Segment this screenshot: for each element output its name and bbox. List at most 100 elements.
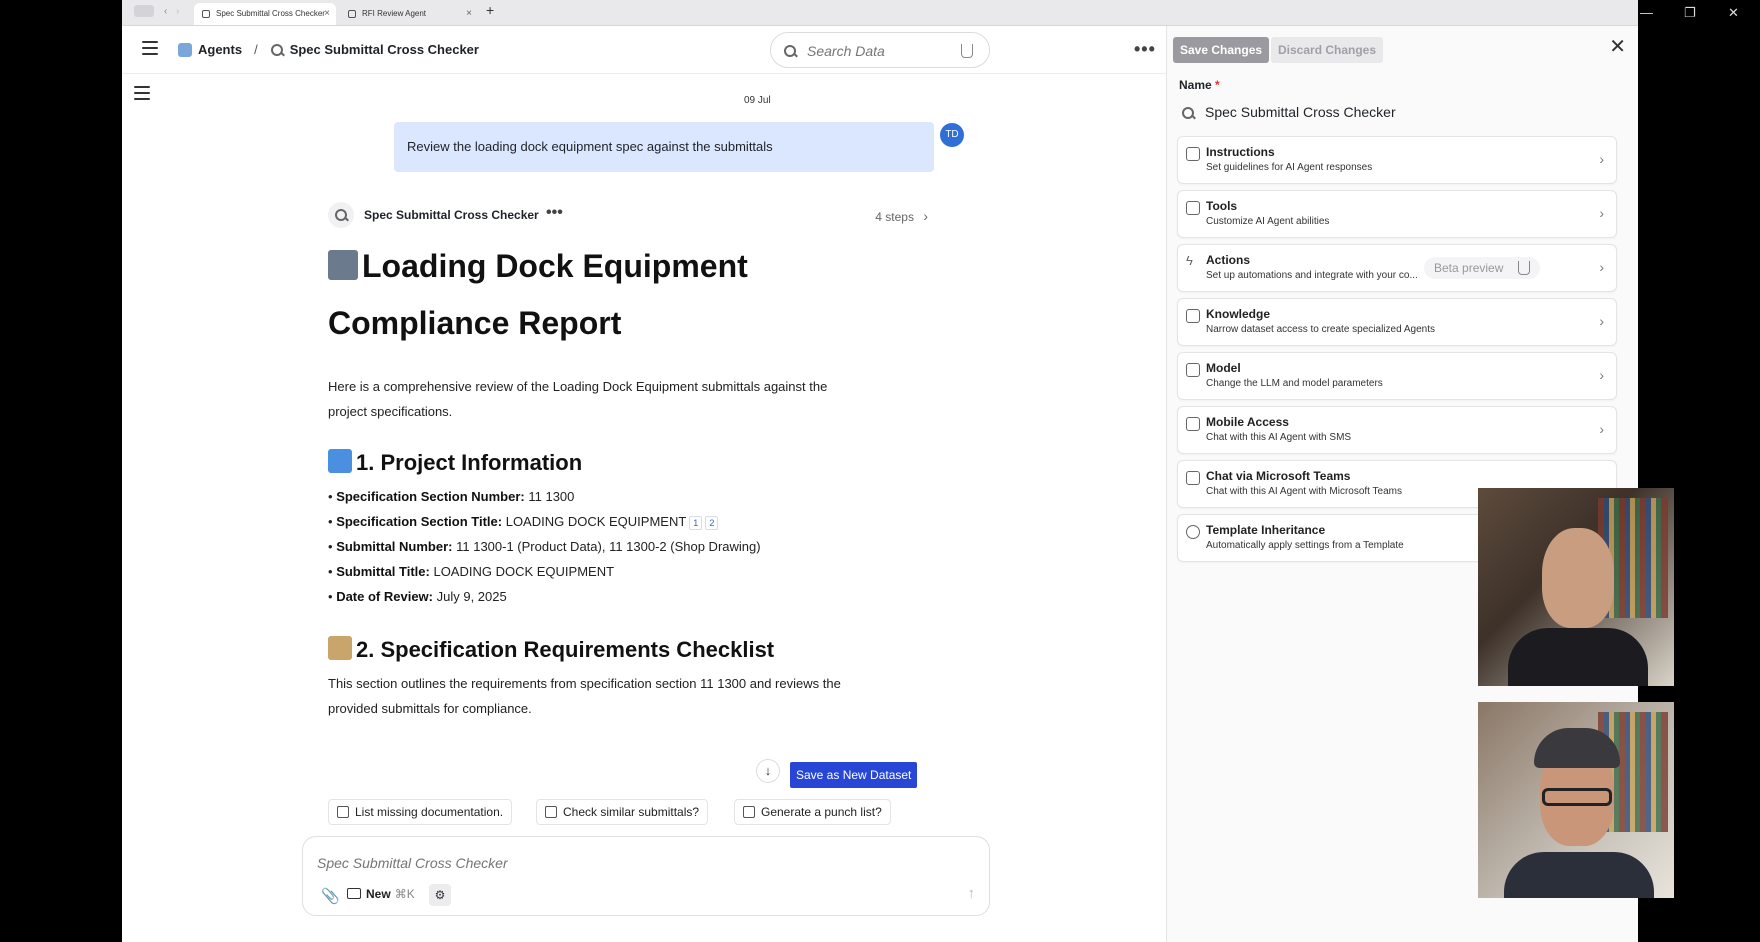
minimize-icon[interactable]: — bbox=[1640, 6, 1653, 20]
message-input[interactable] bbox=[317, 855, 917, 871]
brain-icon[interactable]: ⚙ bbox=[429, 884, 451, 906]
template-icon bbox=[1186, 525, 1200, 539]
person-body bbox=[1504, 852, 1654, 898]
beta-label: Beta preview bbox=[1434, 261, 1504, 275]
search-data-input[interactable] bbox=[807, 43, 947, 59]
beta-preview-badge: Beta preview bbox=[1424, 257, 1540, 279]
section-title: 1. Project Information bbox=[356, 450, 583, 475]
steps-label: 4 steps bbox=[875, 210, 914, 224]
send-icon[interactable]: ↑ bbox=[968, 885, 976, 902]
report-title-line2: Compliance Report bbox=[328, 305, 622, 341]
sparkle-icon bbox=[743, 806, 755, 818]
intro-paragraph: Here is a comprehensive review of the Lo… bbox=[328, 374, 948, 424]
graduation-cap-icon bbox=[1186, 147, 1200, 161]
agent-name-field[interactable]: Spec Submittal Cross Checker bbox=[1177, 98, 1609, 128]
suggestion-label: Check similar submittals? bbox=[563, 805, 700, 819]
new-chat-label: New bbox=[366, 887, 391, 901]
list-item: • Submittal Title: LOADING DOCK EQUIPMEN… bbox=[328, 559, 948, 584]
more-options-icon[interactable]: ••• bbox=[1134, 40, 1156, 58]
settings-item-tools[interactable]: Tools Customize AI Agent abilities › bbox=[1177, 190, 1617, 238]
chevron-right-icon: › bbox=[1599, 421, 1604, 437]
agents-icon bbox=[178, 42, 192, 57]
settings-item-instructions[interactable]: Instructions Set guidelines for AI Agent… bbox=[1177, 136, 1617, 184]
save-as-new-dataset-button[interactable]: Save as New Dataset bbox=[790, 762, 918, 788]
agent-avatar bbox=[328, 202, 354, 228]
steps-toggle[interactable]: 4 steps › bbox=[875, 208, 928, 224]
chevron-right-icon: › bbox=[1599, 313, 1604, 329]
bullet: • bbox=[328, 589, 333, 604]
settings-item-model[interactable]: Model Change the LLM and model parameter… bbox=[1177, 352, 1617, 400]
attach-icon[interactable]: 📎 bbox=[321, 887, 340, 905]
settings-item-title: Instructions bbox=[1206, 145, 1275, 159]
agent-response-body: Loading Dock Equipment Compliance Report… bbox=[328, 238, 948, 721]
browser-tab-active[interactable]: Spec Submittal Cross Checker × bbox=[194, 3, 336, 25]
forward-icon[interactable]: › bbox=[176, 5, 179, 19]
info-icon bbox=[328, 449, 352, 473]
bullet: • bbox=[328, 564, 333, 579]
close-tab-icon[interactable]: × bbox=[324, 3, 330, 25]
save-changes-button[interactable]: Save Changes bbox=[1173, 37, 1270, 63]
item-value: LOADING DOCK EQUIPMENT bbox=[505, 514, 687, 529]
video-participant-1 bbox=[1478, 488, 1674, 686]
tab-label: Spec Submittal Cross Checker bbox=[216, 9, 325, 18]
agent-name: Spec Submittal Cross Checker bbox=[364, 208, 539, 222]
message-composer: 📎 New⌘K ⚙ ↑ bbox=[302, 836, 990, 916]
section-title: 2. Specification Requirements Checklist bbox=[356, 637, 775, 662]
chevron-right-icon: › bbox=[1599, 205, 1604, 221]
restore-icon[interactable]: ❐ bbox=[1684, 6, 1696, 20]
glasses bbox=[1542, 788, 1612, 806]
settings-item-title: Model bbox=[1206, 361, 1241, 375]
item-value: 11 1300-1 (Product Data), 11 1300-2 (Sho… bbox=[456, 539, 761, 554]
settings-item-subtitle: Change the LLM and model parameters bbox=[1206, 378, 1383, 389]
sidebar-toggle-icon[interactable] bbox=[134, 5, 154, 17]
page-icon bbox=[202, 10, 210, 18]
citation-link[interactable]: 1 bbox=[689, 516, 703, 530]
scroll-down-button[interactable]: ↓ bbox=[756, 759, 780, 783]
settings-item-subtitle: Narrow dataset access to create speciali… bbox=[1206, 324, 1436, 335]
agent-name-value[interactable]: Spec Submittal Cross Checker bbox=[1205, 104, 1396, 120]
chevron-right-icon: › bbox=[1599, 367, 1604, 383]
teams-icon bbox=[1186, 471, 1200, 485]
settings-item-actions[interactable]: ϟ Actions Set up automations and integra… bbox=[1177, 244, 1617, 292]
back-icon[interactable]: ‹ bbox=[164, 5, 167, 19]
browser-tab[interactable]: RFI Review Agent × bbox=[340, 3, 478, 25]
suggestion-chip[interactable]: List missing documentation. bbox=[328, 799, 513, 825]
settings-item-title: Knowledge bbox=[1206, 307, 1271, 321]
citation-link[interactable]: 2 bbox=[705, 516, 719, 530]
suggestion-chip[interactable]: Generate a punch list? bbox=[734, 799, 891, 825]
search-data-box[interactable] bbox=[770, 32, 990, 68]
agent-more-icon[interactable]: ••• bbox=[546, 204, 563, 222]
sparkle-icon bbox=[337, 806, 349, 818]
clipboard-icon bbox=[328, 636, 352, 660]
list-item: • Submittal Number: 11 1300-1 (Product D… bbox=[328, 534, 948, 559]
name-label-text: Name bbox=[1179, 78, 1212, 92]
hamburger-menu-icon[interactable] bbox=[142, 41, 158, 55]
chevron-right-icon: › bbox=[1599, 259, 1604, 275]
new-tab-button[interactable]: + bbox=[486, 2, 494, 18]
sliders-icon bbox=[1186, 363, 1200, 377]
report-title-line1: Loading Dock Equipment bbox=[362, 248, 748, 284]
app-window: ‹ › Spec Submittal Cross Checker × RFI R… bbox=[122, 0, 1638, 942]
suggestion-chip[interactable]: Check similar submittals? bbox=[536, 799, 709, 825]
new-chat-button[interactable]: New ⌘K bbox=[347, 887, 415, 901]
list-item: • Specification Section Title: LOADING D… bbox=[328, 509, 948, 534]
table-icon bbox=[1186, 309, 1200, 323]
close-icon[interactable]: ✕ bbox=[1609, 34, 1626, 59]
close-window-icon[interactable]: ✕ bbox=[1728, 6, 1739, 20]
chat-history-menu-icon[interactable] bbox=[134, 86, 150, 104]
flask-icon bbox=[1518, 261, 1530, 275]
discard-changes-button[interactable]: Discard Changes bbox=[1271, 37, 1384, 63]
bolt-icon: ϟ bbox=[1186, 253, 1193, 268]
video-participant-2 bbox=[1478, 702, 1674, 898]
breadcrumb-agents-link[interactable]: Agents bbox=[198, 42, 242, 57]
search-icon bbox=[270, 43, 284, 57]
settings-item-mobile-access[interactable]: Mobile Access Chat with this AI Agent wi… bbox=[1177, 406, 1617, 454]
section-heading: 2. Specification Requirements Checklist bbox=[328, 635, 948, 665]
settings-item-knowledge[interactable]: Knowledge Narrow dataset access to creat… bbox=[1177, 298, 1617, 346]
required-mark: * bbox=[1215, 78, 1220, 92]
message-date: 09 Jul bbox=[744, 95, 771, 106]
close-tab-icon[interactable]: × bbox=[466, 3, 472, 25]
settings-item-title: Mobile Access bbox=[1206, 415, 1289, 429]
person-body bbox=[1508, 628, 1648, 686]
flask-icon[interactable] bbox=[961, 44, 973, 58]
